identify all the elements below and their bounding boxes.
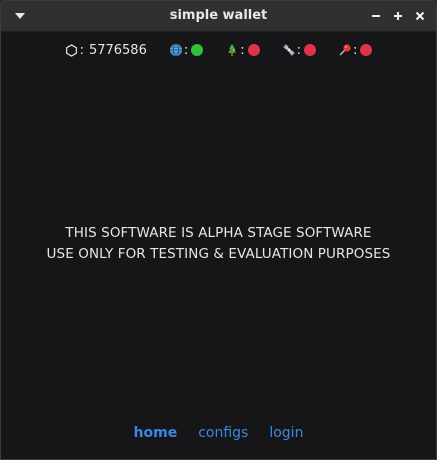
alpha-warning: THIS SOFTWARE IS ALPHA STAGE SOFTWARE US…	[1, 223, 436, 265]
satellite-indicator: :	[282, 42, 317, 58]
status-separator: :	[240, 42, 245, 58]
nav-home[interactable]: home	[134, 425, 178, 441]
sync-status-dot	[247, 44, 260, 56]
title-bar[interactable]: simple wallet	[1, 1, 436, 32]
block-height-value: 5776586	[88, 42, 147, 58]
tree-icon	[225, 43, 239, 57]
status-separator: :	[79, 42, 84, 58]
pin-status-dot	[360, 44, 373, 56]
nav-login[interactable]: login	[269, 425, 303, 441]
status-separator: :	[183, 42, 189, 58]
status-bar: : 5776586 ::::	[1, 39, 436, 61]
satellite-status-dot	[304, 44, 317, 56]
triangle-down-icon	[15, 13, 25, 19]
alpha-warning-line-1: THIS SOFTWARE IS ALPHA STAGE SOFTWARE	[65, 225, 372, 241]
sync-indicator: :	[225, 42, 260, 58]
alpha-warning-line-2: USE ONLY FOR TESTING & EVALUATION PURPOS…	[46, 246, 391, 262]
window-menu-button[interactable]	[11, 9, 29, 23]
minimize-button[interactable]	[368, 8, 384, 24]
pin-indicator: :	[338, 42, 373, 58]
close-icon	[415, 11, 425, 21]
nav-configs[interactable]: configs	[198, 425, 248, 441]
block-height-indicator: : 5776586	[65, 43, 147, 58]
status-separator: :	[296, 42, 302, 58]
status-separator: :	[353, 42, 358, 58]
pin-icon	[338, 43, 352, 57]
satellite-icon	[282, 43, 296, 57]
hexagon-icon	[65, 43, 79, 57]
window-controls	[368, 8, 428, 24]
minimize-icon	[372, 15, 380, 17]
app-window: simple wallet: 5776586:::: THIS SOF…	[0, 0, 437, 460]
maximize-icon	[394, 12, 402, 20]
close-button[interactable]	[412, 8, 428, 24]
network-indicator: :	[169, 42, 204, 58]
maximize-button[interactable]	[390, 8, 406, 24]
bottom-nav: home configs login	[1, 425, 436, 441]
globe-icon	[169, 43, 183, 57]
network-status-dot	[191, 44, 204, 56]
